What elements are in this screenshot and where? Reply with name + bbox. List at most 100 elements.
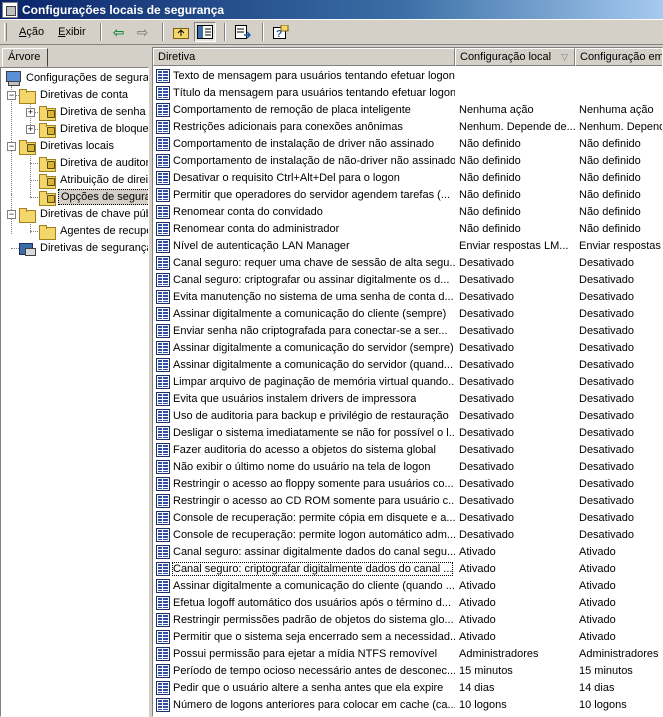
tree-node-diretiva-de-senha[interactable]: Diretiva de senha — [39, 104, 148, 121]
collapse-icon[interactable]: − — [7, 91, 16, 100]
toolbar-separator — [161, 23, 164, 41]
policy-name: Assinar digitalmente a comunicação do se… — [173, 341, 454, 354]
tree-node-atribuicao-de-direitos[interactable]: Atribuição de direitos — [39, 172, 148, 189]
policy-name: Desligar o sistema imediatamente se não … — [173, 426, 455, 439]
table-row[interactable]: Canal seguro: assinar digitalmente dados… — [153, 543, 662, 560]
table-row[interactable]: Uso de auditoria para backup e privilégi… — [153, 407, 662, 424]
policy-name: Restrições adicionais para conexões anôn… — [173, 120, 403, 133]
show-tree-icon[interactable] — [193, 22, 216, 42]
table-row[interactable]: Assinar digitalmente a comunicação do se… — [153, 356, 662, 373]
policy-name: Título da mensagem para usuários tentand… — [173, 86, 455, 99]
table-row[interactable]: Comportamento de instalação de não-drive… — [153, 152, 662, 169]
table-row[interactable]: Restrições adicionais para conexões anôn… — [153, 118, 663, 135]
table-row[interactable]: Canal seguro: requer uma chave de sessão… — [153, 254, 662, 271]
table-row[interactable]: Evita manutenção no sistema de uma senha… — [153, 288, 662, 305]
effective-setting-cell: Desativado — [579, 273, 635, 286]
table-row[interactable]: Pedir que o usuário altere a senha antes… — [153, 679, 662, 696]
table-row[interactable]: Limpar arquivo de paginação de memória v… — [153, 373, 662, 390]
policy-name: Evita manutenção no sistema de uma senha… — [173, 290, 454, 303]
tree-node-diretiva-de-bloqueio[interactable]: Diretiva de bloqueio — [39, 121, 148, 138]
tab-arvore[interactable]: Árvore — [2, 48, 48, 67]
table-row[interactable]: Número de logons anteriores para colocar… — [153, 696, 662, 713]
locked-folder-icon — [39, 122, 56, 138]
local-setting-cell: Desativado — [459, 409, 515, 422]
table-row[interactable]: Possui permissão para ejetar a mídia NTF… — [153, 645, 662, 662]
tree-node-diretivas-de-seguranca-ip[interactable]: Diretivas de segurança IP — [19, 240, 148, 256]
local-setting-cell: Desativado — [459, 375, 515, 388]
table-row[interactable]: Permitir que o sistema seja encerrado se… — [153, 628, 662, 645]
table-row[interactable]: Canal seguro: criptografar ou assinar di… — [153, 271, 662, 288]
table-row[interactable]: Renomear conta do convidado Não definido N… — [153, 203, 662, 220]
forward-arrow-icon[interactable]: ⇨ — [132, 22, 154, 42]
table-row[interactable]: Texto de mensagem para usuários tentando… — [153, 67, 662, 84]
table-row[interactable]: Assinar digitalmente a comunicação do se… — [153, 339, 662, 356]
tree-node-root[interactable]: Configurações de segurança — [5, 70, 148, 86]
table-row[interactable]: Título da mensagem para usuários tentand… — [153, 84, 662, 101]
table-row[interactable]: Não exibir o último nome do usuário na t… — [153, 458, 662, 475]
expand-icon[interactable]: + — [26, 108, 35, 117]
table-row[interactable]: Assinar digitalmente a comunicação do cl… — [153, 305, 662, 322]
policy-cell: Console de recuperação: permite cópia em… — [153, 510, 455, 525]
policy-setting-icon — [156, 153, 170, 168]
policy-setting-icon — [156, 255, 170, 270]
policy-setting-icon — [156, 544, 170, 559]
expand-icon[interactable]: + — [26, 125, 35, 134]
table-row[interactable]: Nível de autenticação LAN Manager Enviar … — [153, 237, 662, 254]
table-row[interactable]: Efetua logoff automático dos usuários ap… — [153, 594, 662, 611]
table-row[interactable]: Restringir permissões padrão de objetos … — [153, 611, 662, 628]
tree-view[interactable]: Configurações de segurança − Diretivas d… — [0, 67, 149, 717]
effective-setting-cell: 15 minutos — [579, 664, 633, 677]
local-setting-cell: Nenhuma ação — [459, 103, 534, 116]
table-row[interactable]: Console de recuperação: permite logon au… — [153, 526, 662, 543]
policy-cell: Não exibir o último nome do usuário na t… — [153, 459, 455, 474]
tree-node-diretivas-locais[interactable]: Diretivas locais — [19, 138, 116, 155]
table-row[interactable]: Console de recuperação: permite cópia em… — [153, 509, 662, 526]
table-row[interactable]: Assinar digitalmente a comunicação do cl… — [153, 577, 662, 594]
folder-icon — [19, 88, 36, 104]
tree-node-diretivas-de-chave-publica[interactable]: Diretivas de chave pública — [19, 206, 148, 223]
sort-descending-icon: ▽ — [561, 52, 568, 62]
table-row[interactable]: Fazer auditoria do acesso a objetos do s… — [153, 441, 662, 458]
table-row[interactable]: Enviar senha não criptografada para cone… — [153, 322, 662, 339]
table-row[interactable]: Canal seguro: criptografar digitalmente … — [153, 560, 662, 577]
back-arrow-icon[interactable]: ⇦ — [108, 22, 130, 42]
policy-name: Texto de mensagem para usuários tentando… — [173, 69, 455, 82]
table-row[interactable]: Restringir o acesso ao floppy somente pa… — [153, 475, 662, 492]
table-row[interactable]: Comportamento de instalação de driver nã… — [153, 135, 662, 152]
help-icon[interactable]: ? — [270, 22, 292, 42]
column-header-diretiva[interactable]: Diretiva — [153, 48, 455, 66]
menu-acao[interactable]: Ação — [13, 24, 50, 40]
column-header-configuracao-em-vigor[interactable]: Configuração em vigor — [575, 48, 662, 66]
table-row[interactable]: Desativar o requisito Ctrl+Alt+Del para … — [153, 169, 662, 186]
export-list-icon[interactable] — [232, 22, 254, 42]
table-row[interactable]: Período de tempo ocioso necessário antes… — [153, 662, 662, 679]
column-header-configuracao-local[interactable]: Configuração local ▽ — [455, 48, 575, 66]
policy-cell: Evita manutenção no sistema de uma senha… — [153, 289, 455, 304]
table-row[interactable]: Renomear conta do administrador Não defin… — [153, 220, 662, 237]
tree-node-diretiva-de-auditoria[interactable]: Diretiva de auditoria — [39, 155, 148, 172]
collapse-icon[interactable]: − — [7, 142, 16, 151]
table-row[interactable]: Restringir o acesso ao CD ROM somente pa… — [153, 492, 662, 509]
policy-name: Limpar arquivo de paginação de memória v… — [173, 375, 455, 388]
tree-node-opcoes-de-seguranca[interactable]: Opções de segurança — [39, 189, 148, 206]
policy-cell: Permitir que operadores do servidor agen… — [153, 187, 455, 202]
title-bar: Configurações locais de segurança — [0, 0, 663, 19]
local-setting-cell: 14 dias — [459, 681, 495, 694]
menu-exibir[interactable]: Exibir — [52, 24, 92, 40]
policy-setting-icon — [156, 493, 170, 508]
policy-list[interactable]: Diretiva Configuração local ▽ Configuraç… — [152, 47, 663, 717]
table-row[interactable]: Evita que usuários instalem drivers de i… — [153, 390, 662, 407]
local-setting-cell: Desativado — [459, 273, 515, 286]
up-folder-icon[interactable] — [170, 22, 192, 42]
tree-node-diretivas-de-conta[interactable]: Diretivas de conta — [19, 87, 130, 104]
policy-cell: Renomear conta do administrador — [153, 221, 455, 236]
local-setting-cell: Administradores — [459, 647, 539, 660]
table-row[interactable]: Comportamento de remoção de placa inteli… — [153, 101, 662, 118]
local-setting-cell: Desativado — [459, 426, 515, 439]
effective-setting-cell: Nenhum. Depende — [579, 120, 663, 133]
local-setting-cell: Não definido — [459, 137, 521, 150]
collapse-icon[interactable]: − — [7, 210, 16, 219]
table-row[interactable]: Desligar o sistema imediatamente se não … — [153, 424, 662, 441]
tree-node-agentes-de-recuperacao[interactable]: Agentes de recuperação — [39, 223, 148, 240]
table-row[interactable]: Permitir que operadores do servidor agen… — [153, 186, 662, 203]
